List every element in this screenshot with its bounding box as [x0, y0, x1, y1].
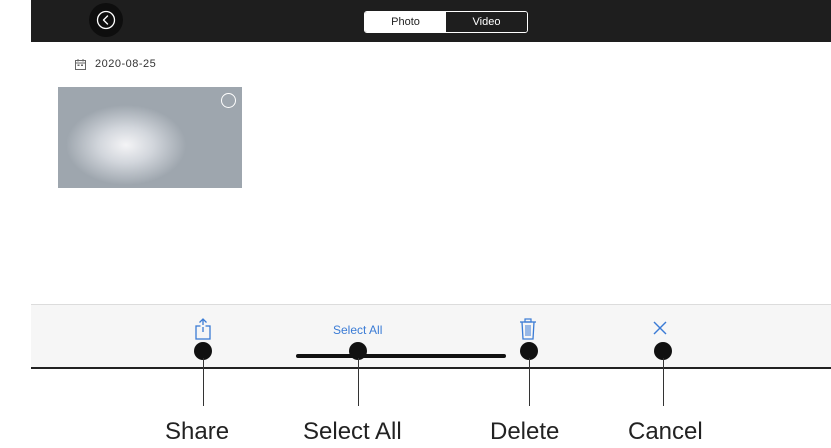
share-icon — [195, 318, 211, 340]
select-all-callout-label: Select All — [303, 418, 402, 445]
cancel-button[interactable] — [653, 321, 667, 340]
select-all-leader-line — [358, 358, 359, 406]
calendar-icon — [75, 58, 86, 70]
cancel-callout-label: Cancel — [628, 418, 703, 445]
select-all-button[interactable]: Select All — [333, 323, 382, 337]
photo-thumbnail[interactable] — [58, 87, 242, 188]
cancel-leader-line — [663, 358, 664, 406]
share-callout-label: Share — [165, 418, 230, 445]
share-leader-line — [203, 358, 204, 406]
screen-bottom-edge — [31, 367, 831, 369]
date-label: 2020-08-25 — [95, 58, 157, 70]
tab-photo[interactable]: Photo — [365, 12, 446, 32]
delete-callout-label: Delete — [490, 418, 560, 445]
trash-icon — [520, 318, 536, 340]
close-icon — [653, 321, 667, 335]
top-bar: Photo Video — [31, 0, 831, 42]
delete-leader-line — [529, 358, 530, 406]
select-checkbox[interactable] — [221, 93, 236, 108]
back-button[interactable] — [89, 3, 123, 37]
app-screen: Photo Video 2020-08-25 Select All — [31, 0, 831, 368]
back-circle-icon — [96, 10, 116, 30]
media-type-segmented-control: Photo Video — [364, 11, 528, 33]
tab-video[interactable]: Video — [446, 12, 527, 32]
home-indicator — [296, 354, 506, 358]
date-group-header: 2020-08-25 — [75, 58, 156, 70]
